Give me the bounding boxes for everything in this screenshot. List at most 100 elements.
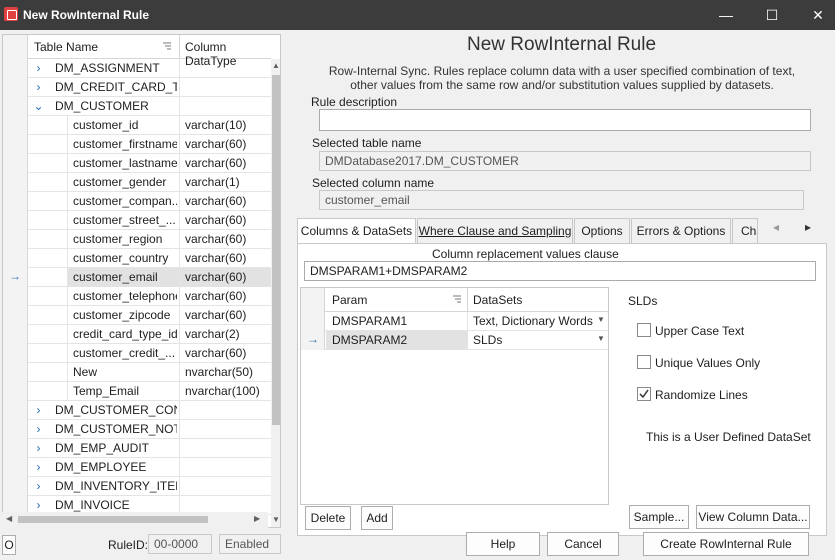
table-row[interactable]: › DM_ASSIGNMENT	[3, 59, 271, 78]
table-row[interactable]: › DM_CUSTOMER_CON...	[3, 401, 271, 420]
column-datatype: varchar(60)	[185, 346, 247, 360]
col-header-table-name[interactable]: Table Name	[34, 40, 98, 54]
scroll-thumb[interactable]	[272, 75, 280, 425]
table-row[interactable]: › DM_INVENTORY_ITEM	[3, 477, 271, 496]
row-indicator	[3, 173, 28, 192]
tab-scroll-prev-icon[interactable]: ◂	[773, 220, 779, 234]
table-row[interactable]: customer_id varchar(10)	[3, 116, 271, 135]
minimize-button[interactable]: —	[703, 0, 749, 30]
table-row[interactable]: › DM_EMP_AUDIT	[3, 439, 271, 458]
table-row[interactable]: › DM_EMPLOYEE	[3, 458, 271, 477]
table-row[interactable]: ⌄ DM_CUSTOMER	[3, 97, 271, 116]
table-row[interactable]: customer_credit_... varchar(60)	[3, 344, 271, 363]
collapse-icon[interactable]: ⌄	[28, 97, 49, 116]
table-row[interactable]: customer_zipcode varchar(60)	[3, 306, 271, 325]
expand-icon[interactable]: ›	[28, 78, 49, 97]
table-row[interactable]: customer_firstname varchar(60)	[3, 135, 271, 154]
tab-columns-datasets[interactable]: Columns & DataSets	[297, 218, 416, 245]
row-indicator	[3, 249, 28, 268]
grid-horizontal-scrollbar[interactable]: ◀ ▶	[2, 512, 268, 528]
column-name: customer_id	[73, 118, 139, 132]
table-row[interactable]: customer_lastname varchar(60)	[3, 154, 271, 173]
table-row[interactable]: customer_region varchar(60)	[3, 230, 271, 249]
close-button[interactable]: ✕	[795, 0, 835, 30]
expand-icon[interactable]: ›	[28, 477, 49, 496]
tab-scroll-next-icon[interactable]: ▸	[805, 220, 811, 234]
sort-icon[interactable]	[453, 295, 461, 303]
maximize-button[interactable]: ☐	[749, 0, 795, 30]
sample-button[interactable]: Sample...	[629, 505, 689, 529]
table-name-label: Selected table name	[312, 136, 422, 150]
row-indicator	[3, 211, 28, 230]
tab-where-clause[interactable]: Where Clause and Sampling	[417, 218, 573, 243]
rule-description-input[interactable]	[319, 109, 811, 131]
tab-errors-options[interactable]: Errors & Options	[631, 218, 731, 243]
table-tree-grid[interactable]: Table Name Column DataType › DM_ASSIGNMEN…	[2, 34, 281, 528]
datasets-col-header[interactable]: DataSets	[473, 293, 522, 307]
column-datatype: varchar(60)	[185, 270, 247, 284]
tab-options[interactable]: Options	[574, 218, 630, 243]
dropdown-icon[interactable]: ▼	[597, 334, 605, 343]
table-row[interactable]: customer_gender varchar(1)	[3, 173, 271, 192]
row-indicator	[3, 382, 28, 401]
row-indicator	[3, 306, 28, 325]
dataset-select[interactable]: Text, Dictionary Words	[473, 314, 593, 328]
upper-case-checkbox[interactable]	[637, 323, 651, 337]
scroll-up-icon[interactable]: ▲	[271, 61, 280, 70]
o-button[interactable]: O	[2, 535, 16, 555]
param-row[interactable]: DMSPARAM1 Text, Dictionary Words ▼	[301, 312, 608, 331]
table-row[interactable]: New nvarchar(50)	[3, 363, 271, 382]
table-name: DM_CREDIT_CARD_T...	[55, 80, 177, 94]
table-row[interactable]: customer_telephone varchar(60)	[3, 287, 271, 306]
expand-icon[interactable]: ›	[28, 420, 49, 439]
delete-button[interactable]: Delete	[305, 506, 351, 530]
randomize-checkbox[interactable]	[637, 387, 651, 401]
table-row[interactable]: customer_country varchar(60)	[3, 249, 271, 268]
table-row[interactable]: › DM_CUSTOMER_NOTES	[3, 420, 271, 439]
table-row[interactable]: › DM_CREDIT_CARD_T...	[3, 78, 271, 97]
dropdown-icon[interactable]: ▼	[597, 315, 605, 324]
param-row[interactable]: → DMSPARAM2 SLDs ▼	[301, 331, 608, 350]
expand-icon[interactable]: ›	[28, 59, 49, 78]
row-indicator	[3, 154, 28, 173]
columns-datasets-panel: Column replacement values clause DMSPARA…	[297, 243, 827, 536]
table-row[interactable]: → customer_email varchar(60)	[3, 268, 271, 287]
dataset-select[interactable]: SLDs	[473, 333, 502, 347]
column-datatype: nvarchar(100)	[185, 384, 260, 398]
grid-vertical-scrollbar[interactable]: ▲ ▼	[271, 59, 280, 527]
table-row[interactable]: customer_compan... varchar(60)	[3, 192, 271, 211]
cancel-button[interactable]: Cancel	[547, 532, 619, 556]
table-row[interactable]: customer_street_... varchar(60)	[3, 211, 271, 230]
h-scroll-thumb[interactable]	[18, 516, 208, 523]
clause-input[interactable]: DMSPARAM1+DMSPARAM2	[304, 261, 816, 281]
param-col-header[interactable]: Param	[332, 293, 367, 307]
param-grid[interactable]: Param DataSets DMSPARAM1 Text, Dictionar…	[300, 287, 609, 505]
expand-icon[interactable]: ›	[28, 458, 49, 477]
add-button[interactable]: Add	[361, 506, 393, 530]
row-indicator	[3, 363, 28, 382]
tab-cha[interactable]: Cha	[732, 218, 758, 243]
row-indicator	[3, 344, 28, 363]
row-indicator-icon: →	[307, 332, 319, 346]
unique-values-checkbox[interactable]	[637, 355, 651, 369]
sort-icon[interactable]	[163, 42, 171, 50]
table-row[interactable]: credit_card_type_id varchar(2)	[3, 325, 271, 344]
scroll-right-icon[interactable]: ▶	[254, 514, 260, 523]
expand-icon[interactable]: ›	[28, 401, 49, 420]
column-name: customer_compan...	[73, 194, 177, 208]
column-datatype: varchar(60)	[185, 308, 247, 322]
slds-title: SLDs	[628, 294, 658, 308]
view-column-data-button[interactable]: View Column Data...	[696, 505, 810, 529]
table-row[interactable]: Temp_Email nvarchar(100)	[3, 382, 271, 401]
scroll-left-icon[interactable]: ◀	[6, 514, 12, 523]
column-name: customer_firstname	[73, 137, 177, 151]
row-indicator	[3, 477, 28, 496]
column-datatype: varchar(60)	[185, 232, 247, 246]
row-indicator	[3, 78, 28, 97]
help-button[interactable]: Help	[466, 532, 540, 556]
row-indicator	[3, 97, 28, 116]
column-name: customer_telephone	[73, 289, 177, 303]
scroll-down-icon[interactable]: ▼	[271, 515, 280, 524]
expand-icon[interactable]: ›	[28, 439, 49, 458]
create-rule-button[interactable]: Create RowInternal Rule	[643, 532, 809, 556]
